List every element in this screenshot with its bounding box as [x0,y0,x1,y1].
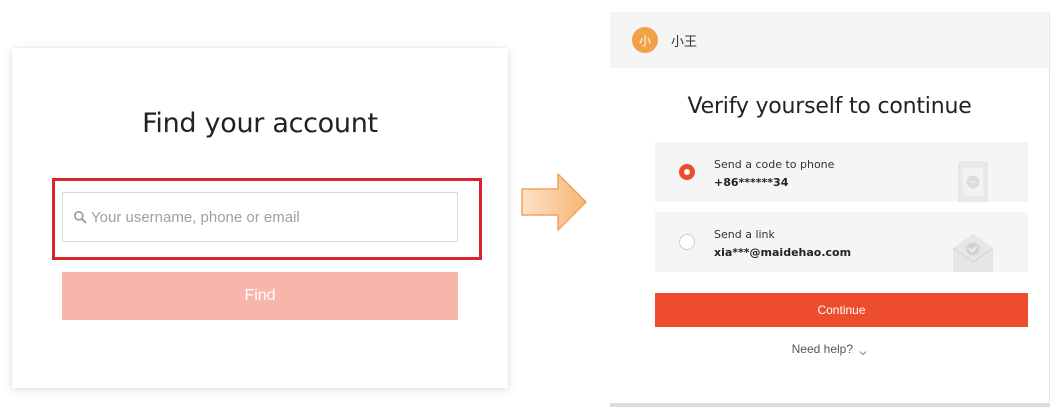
search-input[interactable] [91,208,451,226]
verify-title: Verify yourself to continue [687,94,972,119]
find-account-card: Find your account Find [12,48,508,388]
continue-button[interactable]: Continue [655,293,1028,327]
masked-email: xia***@maidehao.com [714,246,852,259]
radio-selected[interactable] [679,164,695,180]
option-send-code-phone[interactable]: Send a code to phone +86******34 [655,142,1028,202]
user-name: 小王 [671,34,698,50]
find-button[interactable]: Find [62,272,458,320]
phone-message-icon [950,158,996,202]
find-account-title: Find your account [142,108,378,139]
option-label: Send a link [714,228,775,241]
option-send-link[interactable]: Send a link xia***@maidehao.com [655,212,1028,272]
need-help-link[interactable]: Need help? [610,342,1049,356]
masked-phone: +86******34 [714,176,789,189]
search-icon [73,210,87,224]
need-help-label: Need help? [791,342,854,356]
right-arrow-icon [520,172,590,232]
option-label: Send a code to phone [714,158,835,171]
avatar: 小 [632,27,658,53]
envelope-check-icon [950,228,996,272]
chevron-down-icon [859,346,867,356]
radio-unselected[interactable] [679,234,695,250]
account-header: 小 小王 [610,12,1049,68]
verify-panel: 小 小王 Verify yourself to continue Send a … [610,12,1050,407]
search-field[interactable] [62,192,458,242]
